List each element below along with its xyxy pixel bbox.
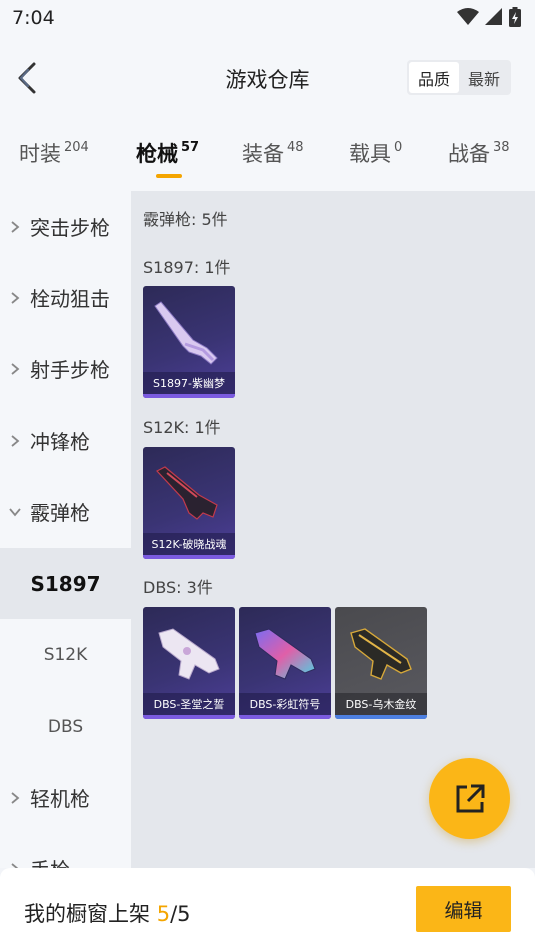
share-fab-button[interactable] bbox=[429, 758, 510, 839]
rarity-bar bbox=[239, 715, 331, 719]
rarity-bar bbox=[335, 715, 427, 719]
shotgun-skin-image bbox=[350, 628, 412, 680]
skin-card-dbs-2[interactable]: DBS-彩虹符号 bbox=[239, 607, 331, 719]
sort-quality-button[interactable]: 品质 bbox=[409, 62, 459, 93]
shotgun-skin-image bbox=[156, 466, 218, 520]
skin-card-s1897[interactable]: S1897-紫幽梦 bbox=[143, 286, 235, 398]
back-arrow-icon bbox=[18, 62, 36, 94]
chevron-down-icon bbox=[0, 507, 30, 517]
tab-count: 38 bbox=[493, 140, 510, 155]
weapon-category-sidebar[interactable]: 突击步枪 栓动狙击 射手步枪 冲锋枪 霰弹枪 S1897 S12K DBS 轻机… bbox=[0, 191, 131, 868]
sidebar-subitem-s12k[interactable]: S12K bbox=[0, 619, 131, 690]
skin-card-dbs-3[interactable]: DBS-乌木金纹 bbox=[335, 607, 427, 719]
sidebar-item-lmg[interactable]: 轻机枪 bbox=[0, 762, 131, 833]
chevron-right-icon bbox=[0, 362, 30, 376]
skin-name: S1897-紫幽梦 bbox=[143, 372, 235, 394]
group-title-s12k: S12K: 1件 bbox=[143, 418, 221, 437]
rarity-bar bbox=[143, 394, 235, 398]
skin-name: DBS-圣堂之誓 bbox=[143, 693, 235, 715]
status-time: 7:04 bbox=[12, 7, 55, 29]
sidebar-item-marksman-rifle[interactable]: 射手步枪 bbox=[0, 333, 131, 404]
skin-name: S12K-破晓战魂 bbox=[143, 533, 235, 555]
rarity-bar bbox=[143, 555, 235, 559]
external-link-icon bbox=[456, 784, 484, 812]
tab-equipment[interactable]: 装备 48 bbox=[242, 138, 304, 168]
tab-vehicles[interactable]: 载具 0 bbox=[349, 138, 402, 168]
sidebar-item-shotgun[interactable]: 霰弹枪 bbox=[0, 476, 131, 547]
shotgun-skin-image bbox=[154, 301, 218, 365]
sidebar-item-smg[interactable]: 冲锋枪 bbox=[0, 405, 131, 476]
chevron-right-icon bbox=[0, 291, 30, 305]
tab-count: 57 bbox=[181, 140, 200, 155]
active-tab-indicator bbox=[156, 174, 182, 178]
chevron-right-icon bbox=[0, 434, 30, 448]
skin-name: DBS-彩虹符号 bbox=[239, 693, 331, 715]
sidebar-item-assault-rifle[interactable]: 突击步枪 bbox=[0, 191, 131, 262]
sort-latest-button[interactable]: 最新 bbox=[459, 62, 509, 93]
sidebar-subitem-s1897[interactable]: S1897 bbox=[0, 548, 131, 619]
showcase-count: 我的橱窗上架 5/5 bbox=[24, 902, 191, 926]
battery-icon bbox=[509, 7, 521, 27]
back-button[interactable] bbox=[14, 58, 44, 98]
chevron-right-icon bbox=[0, 220, 30, 234]
skin-name: DBS-乌木金纹 bbox=[335, 693, 427, 715]
sidebar-item-bolt-sniper[interactable]: 栓动狙击 bbox=[0, 262, 131, 333]
status-bar: 7:04 bbox=[0, 0, 535, 36]
showcase-bar: 我的橱窗上架 5/5 编辑 bbox=[0, 868, 535, 951]
signal-icon bbox=[485, 8, 502, 25]
tab-supplies[interactable]: 战备 38 bbox=[448, 138, 510, 168]
shotgun-skin-image bbox=[158, 628, 220, 680]
status-icons bbox=[457, 7, 521, 27]
sidebar-item-pistol[interactable]: 手枪 bbox=[0, 833, 131, 868]
sidebar-subitem-dbs[interactable]: DBS bbox=[0, 691, 131, 762]
tab-count: 204 bbox=[64, 140, 89, 155]
wifi-icon bbox=[457, 8, 479, 25]
rarity-bar bbox=[143, 715, 235, 719]
tab-count: 0 bbox=[394, 140, 403, 155]
category-tabs: 时装 204 枪械 57 装备 48 载具 0 战备 38 bbox=[0, 120, 535, 191]
tab-fashion[interactable]: 时装 204 bbox=[19, 138, 89, 168]
app-header: 游戏仓库 品质 最新 bbox=[0, 36, 535, 120]
skin-card-s12k[interactable]: S12K-破晓战魂 bbox=[143, 447, 235, 559]
shotgun-skin-image bbox=[254, 628, 316, 680]
tab-guns[interactable]: 枪械 57 bbox=[136, 138, 199, 168]
group-title-dbs: DBS: 3件 bbox=[143, 578, 213, 597]
group-title-s1897: S1897: 1件 bbox=[143, 258, 231, 277]
edit-button[interactable]: 编辑 bbox=[416, 886, 511, 932]
tab-count: 48 bbox=[287, 140, 304, 155]
skin-card-dbs-1[interactable]: DBS-圣堂之誓 bbox=[143, 607, 235, 719]
chevron-right-icon bbox=[0, 791, 30, 805]
category-summary: 霰弹枪: 5件 bbox=[143, 210, 228, 229]
sort-toggle[interactable]: 品质 最新 bbox=[407, 60, 511, 95]
